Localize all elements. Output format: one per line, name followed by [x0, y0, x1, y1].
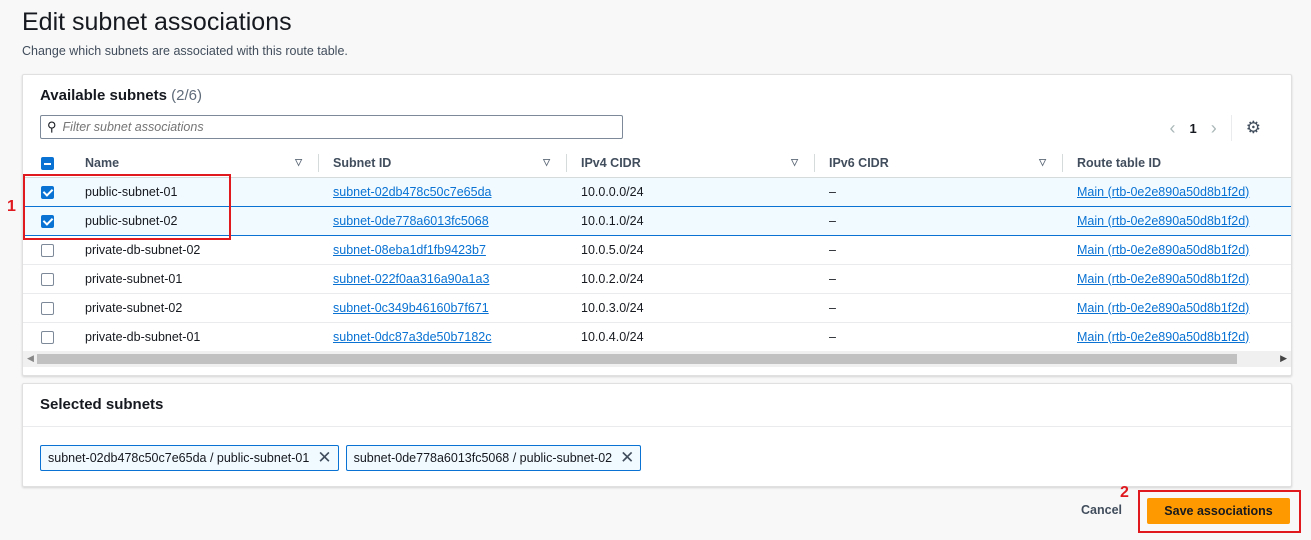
pagination: ‹ 1 › ⚙ — [1170, 115, 1261, 141]
route-table-link[interactable]: Main (rtb-0e2e890a50d8b1f2d) — [1077, 301, 1249, 315]
subnet-name: private-db-subnet-01 — [85, 329, 201, 344]
sort-icon[interactable]: ▽ — [791, 157, 798, 168]
sort-icon[interactable]: ▽ — [543, 157, 550, 168]
subnet-id-link[interactable]: subnet-0de778a6013fc5068 — [333, 214, 489, 228]
close-icon[interactable]: ✕ — [317, 448, 331, 468]
column-header-ipv6[interactable]: IPv6 CIDR — [829, 156, 889, 170]
subnet-id-link[interactable]: subnet-0dc87a3de50b7182c — [333, 330, 491, 344]
scroll-right-icon[interactable]: ▶ — [1280, 353, 1287, 364]
row-checkbox[interactable] — [41, 301, 54, 315]
route-table-link[interactable]: Main (rtb-0e2e890a50d8b1f2d) — [1077, 243, 1249, 257]
filter-input[interactable] — [62, 120, 603, 134]
ipv4-cidr: 10.0.2.0/24 — [581, 271, 644, 286]
subnet-id-link[interactable]: subnet-02db478c50c7e65da — [333, 185, 491, 199]
route-table-link[interactable]: Main (rtb-0e2e890a50d8b1f2d) — [1077, 330, 1249, 344]
subnet-id-link[interactable]: subnet-0c349b46160b7f671 — [333, 301, 489, 315]
ipv6-cidr: – — [829, 213, 836, 228]
table-row[interactable]: private-db-subnet-01 subnet-0dc87a3de50b… — [23, 322, 1291, 352]
panel-title: Available subnets — [40, 87, 167, 104]
cancel-button[interactable]: Cancel — [1081, 503, 1122, 517]
ipv6-cidr: – — [829, 300, 836, 315]
sort-icon[interactable]: ▽ — [1039, 157, 1046, 168]
panel-title: Selected subnets — [40, 396, 164, 413]
token-label: subnet-0de778a6013fc5068 / public-subnet… — [353, 451, 613, 465]
annotation-number: 1 — [7, 198, 16, 215]
select-all-checkbox[interactable] — [41, 156, 54, 170]
page-number[interactable]: 1 — [1190, 121, 1197, 136]
subnet-name: private-db-subnet-02 — [85, 242, 201, 257]
filter-box[interactable]: ⚲ — [40, 115, 623, 139]
row-checkbox[interactable] — [41, 243, 54, 257]
column-header-ipv4[interactable]: IPv4 CIDR — [581, 156, 641, 170]
column-header-route-table[interactable]: Route table ID — [1077, 156, 1161, 170]
ipv6-cidr: – — [829, 242, 836, 257]
token-label: subnet-02db478c50c7e65da / public-subnet… — [48, 451, 310, 465]
annotation-box — [23, 174, 231, 240]
column-header-name[interactable]: Name — [85, 156, 119, 170]
selected-token: subnet-0de778a6013fc5068 / public-subnet… — [345, 445, 642, 471]
selection-count: (2/6) — [171, 87, 203, 104]
ipv6-cidr: – — [829, 184, 836, 199]
subnet-id-link[interactable]: subnet-022f0aa316a90a1a3 — [333, 272, 489, 286]
annotation-box — [1138, 490, 1301, 533]
page-title: Edit subnet associations — [22, 8, 292, 36]
scrollbar-thumb[interactable] — [37, 354, 1237, 364]
subnet-name: private-subnet-02 — [85, 300, 183, 315]
ipv4-cidr: 10.0.3.0/24 — [581, 300, 644, 315]
row-checkbox[interactable] — [41, 272, 54, 286]
selected-subnets-panel: Selected subnets subnet-02db478c50c7e65d… — [22, 383, 1292, 487]
divider — [23, 426, 1291, 427]
token-list: subnet-02db478c50c7e65da / public-subnet… — [40, 445, 642, 471]
ipv6-cidr: – — [829, 271, 836, 286]
route-table-link[interactable]: Main (rtb-0e2e890a50d8b1f2d) — [1077, 272, 1249, 286]
sort-icon[interactable]: ▽ — [295, 157, 302, 168]
scroll-left-icon[interactable]: ◀ — [27, 353, 34, 364]
annotation-number: 2 — [1120, 484, 1129, 501]
route-table-link[interactable]: Main (rtb-0e2e890a50d8b1f2d) — [1077, 214, 1249, 228]
search-icon: ⚲ — [47, 119, 57, 134]
chevron-right-icon[interactable]: › — [1211, 118, 1217, 139]
row-checkbox[interactable] — [41, 330, 54, 344]
page-subtitle: Change which subnets are associated with… — [22, 44, 348, 58]
close-icon[interactable]: ✕ — [620, 448, 634, 468]
route-table-link[interactable]: Main (rtb-0e2e890a50d8b1f2d) — [1077, 185, 1249, 199]
divider — [1230, 115, 1232, 141]
horizontal-scrollbar[interactable]: ◀ ▶ — [23, 351, 1291, 367]
column-header-subnet-id[interactable]: Subnet ID — [333, 156, 391, 170]
subnet-id-link[interactable]: subnet-08eba1df1fb9423b7 — [333, 243, 486, 257]
table-row[interactable]: private-subnet-02 subnet-0c349b46160b7f6… — [23, 293, 1291, 323]
ipv4-cidr: 10.0.4.0/24 — [581, 329, 644, 344]
subnet-name: private-subnet-01 — [85, 271, 183, 286]
gear-icon[interactable]: ⚙ — [1246, 118, 1261, 138]
chevron-left-icon[interactable]: ‹ — [1170, 118, 1176, 139]
table-row[interactable]: private-subnet-01 subnet-022f0aa316a90a1… — [23, 264, 1291, 294]
selected-token: subnet-02db478c50c7e65da / public-subnet… — [40, 445, 339, 471]
ipv6-cidr: – — [829, 329, 836, 344]
ipv4-cidr: 10.0.1.0/24 — [581, 213, 644, 228]
ipv4-cidr: 10.0.0.0/24 — [581, 184, 644, 199]
ipv4-cidr: 10.0.5.0/24 — [581, 242, 644, 257]
panel-header: Available subnets (2/6) — [40, 87, 202, 104]
